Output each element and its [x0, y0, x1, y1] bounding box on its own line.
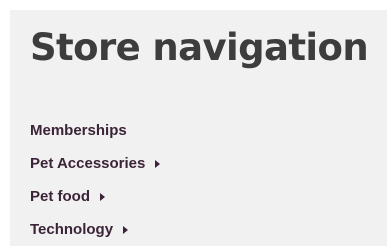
caret-right-icon — [155, 159, 161, 168]
nav-link-pet-accessories[interactable]: Pet Accessories — [30, 155, 161, 172]
nav-link-label: Memberships — [30, 122, 127, 139]
nav-link-technology[interactable]: Technology — [30, 221, 129, 238]
nav-link-pet-food[interactable]: Pet food — [30, 188, 105, 205]
nav-item-pet-accessories: Pet Accessories — [30, 147, 161, 180]
nav-item-pet-food: Pet food — [30, 180, 160, 213]
store-navigation-panel: Store navigation Memberships Pet Accesso… — [10, 10, 387, 246]
nav-link-memberships[interactable]: Memberships — [30, 122, 127, 139]
nav-link-label: Pet Accessories — [30, 155, 146, 172]
caret-right-icon — [100, 192, 105, 201]
store-navigation-list: Memberships Pet Accessories Pet food Tec… — [30, 114, 161, 246]
nav-link-label: Technology — [30, 221, 114, 238]
caret-right-icon — [123, 225, 129, 234]
nav-link-label: Pet food — [30, 188, 90, 205]
nav-item-technology: Technology — [30, 213, 160, 246]
nav-item-memberships: Memberships — [30, 114, 160, 147]
page-title: Store navigation — [30, 26, 369, 69]
